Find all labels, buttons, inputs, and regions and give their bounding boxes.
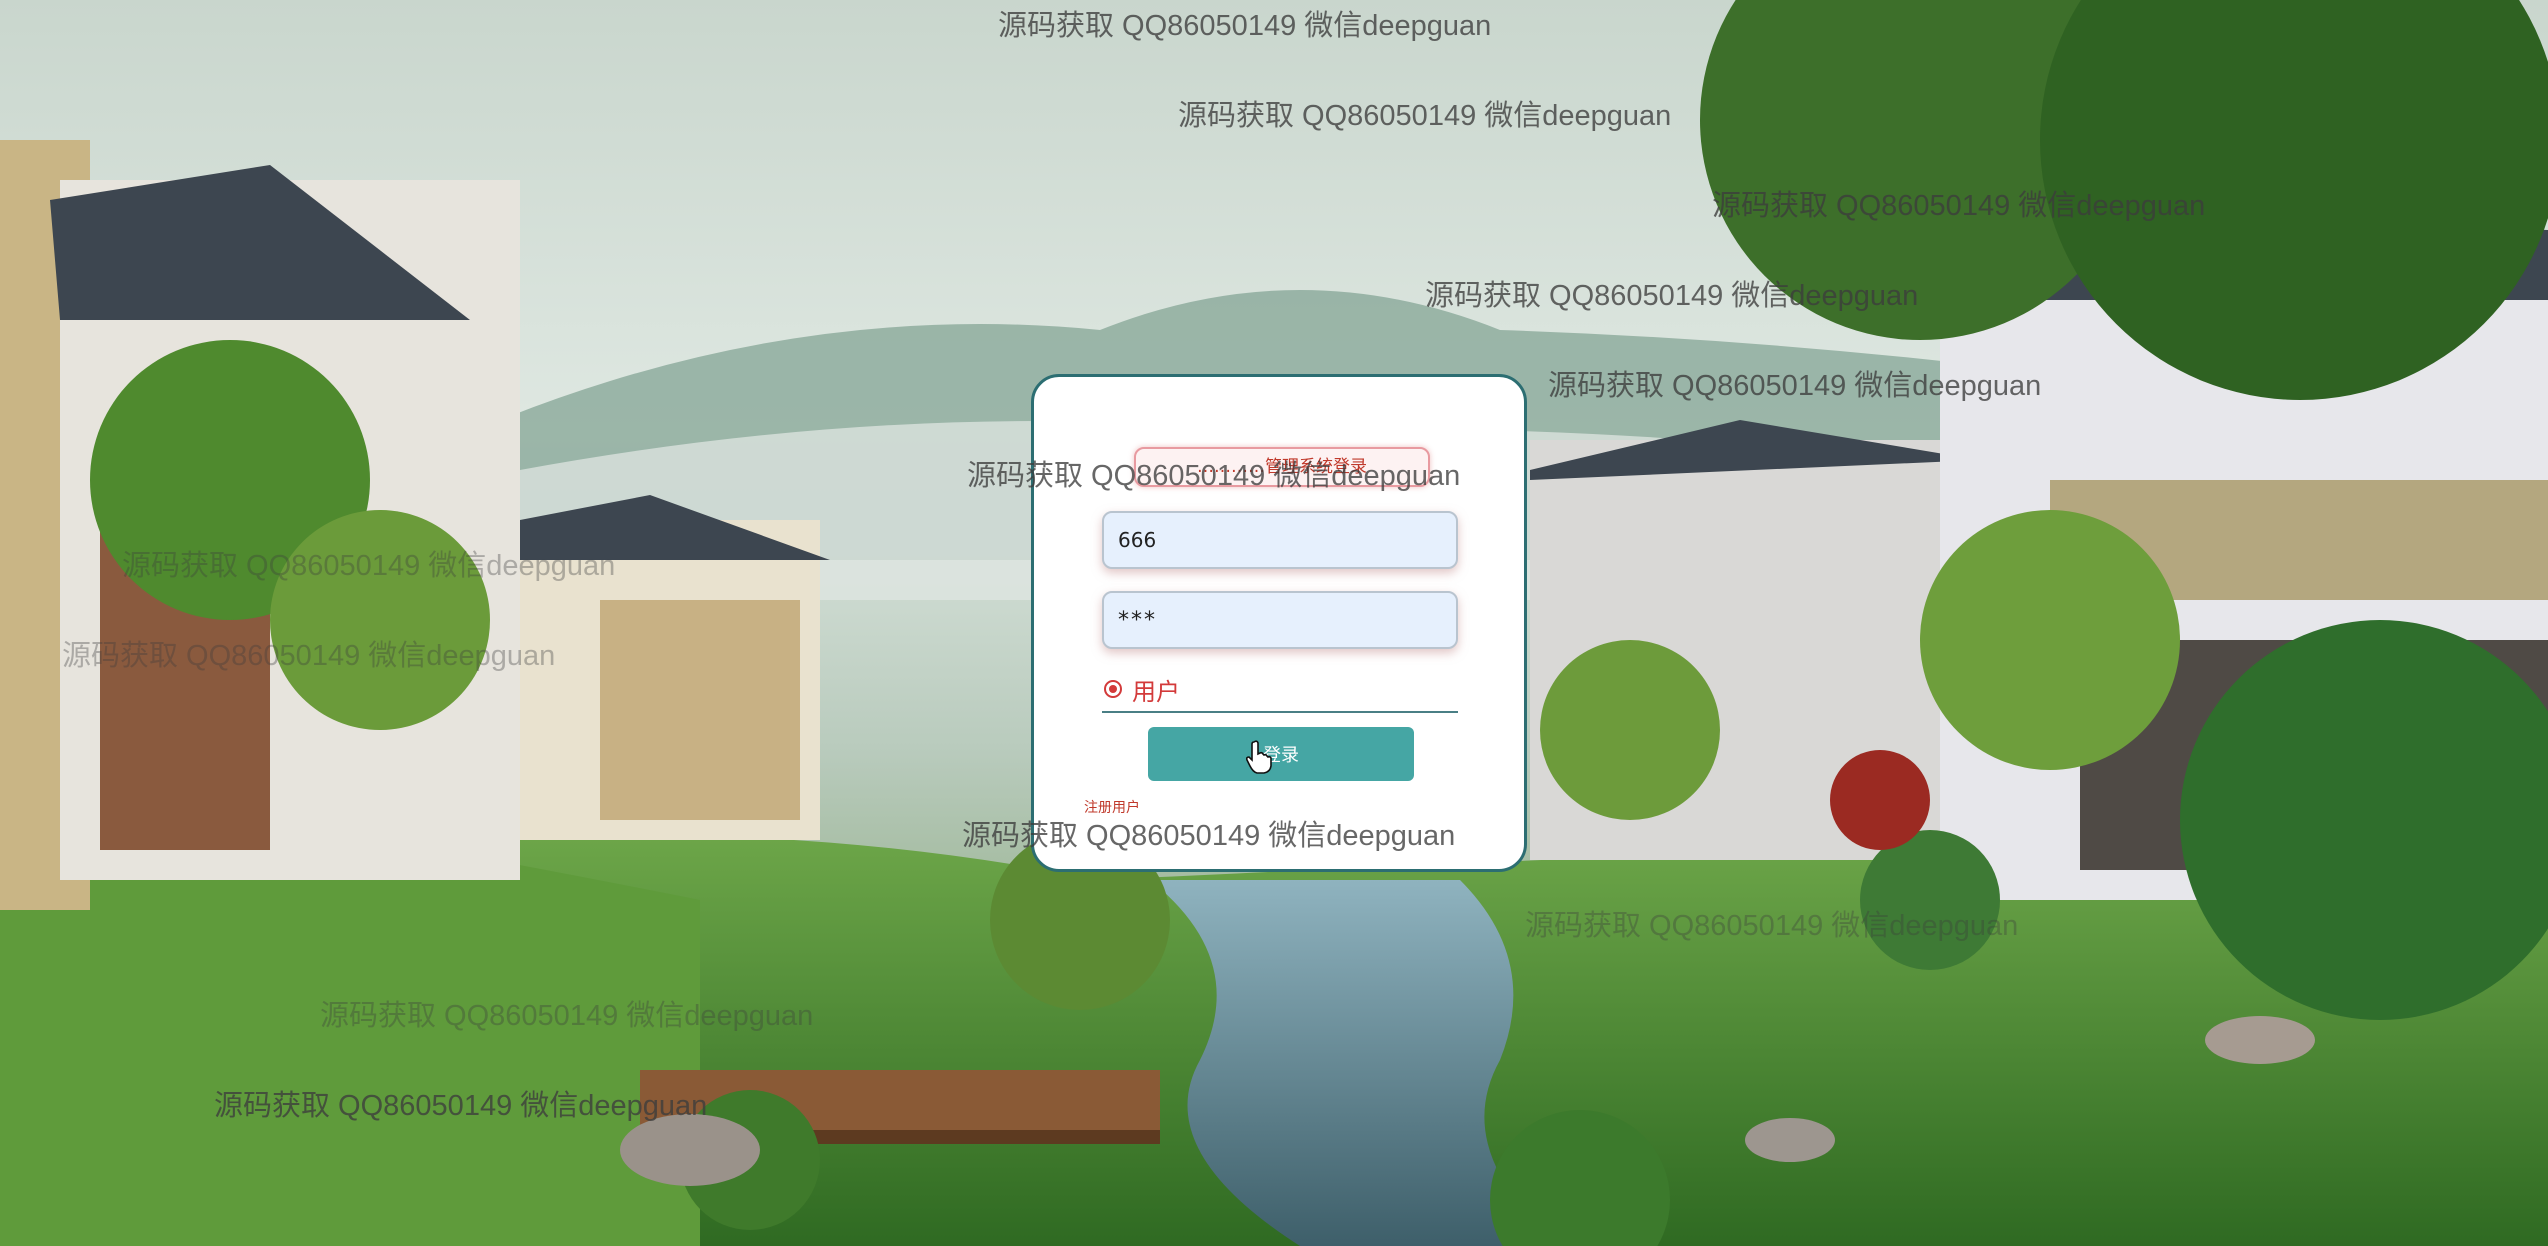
register-link[interactable]: 注册用户	[1084, 797, 1140, 817]
role-label-user[interactable]: 用户	[1132, 672, 1180, 707]
login-title: …………管理系统登录	[1134, 447, 1430, 487]
password-input[interactable]	[1102, 591, 1458, 649]
login-button[interactable]: 登录	[1148, 727, 1414, 781]
username-input[interactable]	[1102, 511, 1458, 569]
login-card: …………管理系统登录 用户 登录 注册用户	[1031, 374, 1527, 872]
hand-pointer-icon	[1246, 740, 1272, 774]
role-selector: 用户	[1102, 667, 1458, 713]
radio-selected-icon[interactable]	[1104, 680, 1122, 698]
